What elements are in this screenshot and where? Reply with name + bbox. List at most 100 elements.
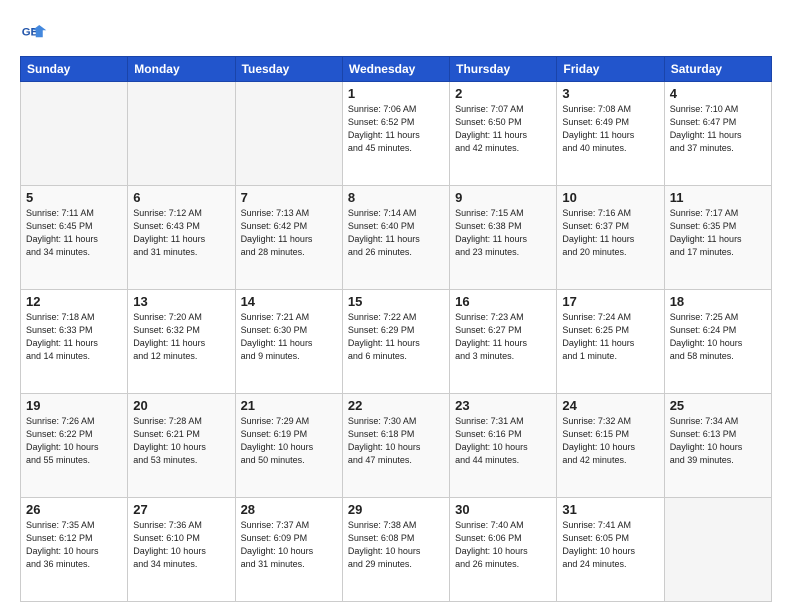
col-header-saturday: Saturday [664, 57, 771, 82]
svg-text:G: G [22, 27, 31, 39]
day-number: 13 [133, 294, 229, 309]
calendar-cell: 9Sunrise: 7:15 AM Sunset: 6:38 PM Daylig… [450, 186, 557, 290]
calendar-body: 1 Sunrise: 7:06 AM Sunset: 6:52 PM Daylig… [21, 82, 772, 602]
calendar-cell: 25 Sunrise: 7:34 AM Sunset: 6:13 PM Dayli… [664, 394, 771, 498]
col-header-sunday: Sunday [21, 57, 128, 82]
calendar-cell: 19 Sunrise: 7:26 AM Sunset: 6:22 PM Dayli… [21, 394, 128, 498]
day-number: 28 [241, 502, 337, 517]
day-info: Sunrise: 7:18 AM Sunset: 6:33 PM Dayligh… [26, 311, 122, 363]
calendar-cell: 22 Sunrise: 7:30 AM Sunset: 6:18 PM Dayli… [342, 394, 449, 498]
calendar-cell: 16Sunrise: 7:23 AM Sunset: 6:27 PM Dayli… [450, 290, 557, 394]
calendar-cell: 27 Sunrise: 7:36 AM Sunset: 6:10 PM Dayli… [128, 498, 235, 602]
calendar-cell: 13 Sunrise: 7:20 AM Sunset: 6:32 PM Dayli… [128, 290, 235, 394]
calendar-cell: 7Sunrise: 7:13 AM Sunset: 6:42 PM Daylig… [235, 186, 342, 290]
day-number: 12 [26, 294, 122, 309]
day-info: Sunrise: 7:41 AM Sunset: 6:05 PM Dayligh… [562, 519, 658, 571]
week-row-5: 26Sunrise: 7:35 AM Sunset: 6:12 PM Dayli… [21, 498, 772, 602]
calendar-cell: 17 Sunrise: 7:24 AM Sunset: 6:25 PM Dayli… [557, 290, 664, 394]
day-number: 8 [348, 190, 444, 205]
calendar-cell: 28 Sunrise: 7:37 AM Sunset: 6:09 PM Dayli… [235, 498, 342, 602]
day-info: Sunrise: 7:32 AM Sunset: 6:15 PM Dayligh… [562, 415, 658, 467]
calendar-cell: 18 Sunrise: 7:25 AM Sunset: 6:24 PM Dayli… [664, 290, 771, 394]
day-info: Sunrise: 7:25 AM Sunset: 6:24 PM Dayligh… [670, 311, 766, 363]
day-number: 27 [133, 502, 229, 517]
calendar-cell: 20Sunrise: 7:28 AM Sunset: 6:21 PM Dayli… [128, 394, 235, 498]
day-number: 21 [241, 398, 337, 413]
header-row: SundayMondayTuesdayWednesdayThursdayFrid… [21, 57, 772, 82]
day-info: Sunrise: 7:24 AM Sunset: 6:25 PM Dayligh… [562, 311, 658, 363]
day-number: 18 [670, 294, 766, 309]
day-info: Sunrise: 7:12 AM Sunset: 6:43 PM Dayligh… [133, 207, 229, 259]
calendar-cell [664, 498, 771, 602]
day-number: 2 [455, 86, 551, 101]
col-header-monday: Monday [128, 57, 235, 82]
day-info: Sunrise: 7:38 AM Sunset: 6:08 PM Dayligh… [348, 519, 444, 571]
day-number: 4 [670, 86, 766, 101]
day-number: 11 [670, 190, 766, 205]
calendar-cell [235, 82, 342, 186]
day-number: 22 [348, 398, 444, 413]
day-info: Sunrise: 7:29 AM Sunset: 6:19 PM Dayligh… [241, 415, 337, 467]
day-info: Sunrise: 7:08 AM Sunset: 6:49 PM Dayligh… [562, 103, 658, 155]
day-info: Sunrise: 7:31 AM Sunset: 6:16 PM Dayligh… [455, 415, 551, 467]
calendar-cell: 6 Sunrise: 7:12 AM Sunset: 6:43 PM Daylig… [128, 186, 235, 290]
calendar-cell: 29 Sunrise: 7:38 AM Sunset: 6:08 PM Dayli… [342, 498, 449, 602]
col-header-tuesday: Tuesday [235, 57, 342, 82]
calendar-cell: 11 Sunrise: 7:17 AM Sunset: 6:35 PM Dayli… [664, 186, 771, 290]
day-info: Sunrise: 7:10 AM Sunset: 6:47 PM Dayligh… [670, 103, 766, 155]
week-row-1: 1 Sunrise: 7:06 AM Sunset: 6:52 PM Daylig… [21, 82, 772, 186]
day-number: 10 [562, 190, 658, 205]
day-number: 31 [562, 502, 658, 517]
calendar-cell: 4 Sunrise: 7:10 AM Sunset: 6:47 PM Daylig… [664, 82, 771, 186]
col-header-thursday: Thursday [450, 57, 557, 82]
day-info: Sunrise: 7:37 AM Sunset: 6:09 PM Dayligh… [241, 519, 337, 571]
logo-icon: G B [20, 18, 48, 46]
calendar-cell: 10Sunrise: 7:16 AM Sunset: 6:37 PM Dayli… [557, 186, 664, 290]
day-info: Sunrise: 7:22 AM Sunset: 6:29 PM Dayligh… [348, 311, 444, 363]
day-number: 19 [26, 398, 122, 413]
logo: G B [20, 18, 52, 46]
day-number: 5 [26, 190, 122, 205]
calendar-cell: 8 Sunrise: 7:14 AM Sunset: 6:40 PM Daylig… [342, 186, 449, 290]
week-row-2: 5Sunrise: 7:11 AM Sunset: 6:45 PM Daylig… [21, 186, 772, 290]
day-info: Sunrise: 7:20 AM Sunset: 6:32 PM Dayligh… [133, 311, 229, 363]
day-number: 14 [241, 294, 337, 309]
calendar-cell: 3 Sunrise: 7:08 AM Sunset: 6:49 PM Daylig… [557, 82, 664, 186]
calendar-cell: 14 Sunrise: 7:21 AM Sunset: 6:30 PM Dayli… [235, 290, 342, 394]
day-info: Sunrise: 7:06 AM Sunset: 6:52 PM Dayligh… [348, 103, 444, 155]
day-info: Sunrise: 7:17 AM Sunset: 6:35 PM Dayligh… [670, 207, 766, 259]
day-info: Sunrise: 7:26 AM Sunset: 6:22 PM Dayligh… [26, 415, 122, 467]
calendar-cell: 31 Sunrise: 7:41 AM Sunset: 6:05 PM Dayli… [557, 498, 664, 602]
calendar-cell: 5Sunrise: 7:11 AM Sunset: 6:45 PM Daylig… [21, 186, 128, 290]
day-info: Sunrise: 7:30 AM Sunset: 6:18 PM Dayligh… [348, 415, 444, 467]
day-number: 17 [562, 294, 658, 309]
day-number: 15 [348, 294, 444, 309]
calendar-cell: 12 Sunrise: 7:18 AM Sunset: 6:33 PM Dayli… [21, 290, 128, 394]
calendar-cell: 24Sunrise: 7:32 AM Sunset: 6:15 PM Dayli… [557, 394, 664, 498]
day-number: 20 [133, 398, 229, 413]
day-info: Sunrise: 7:14 AM Sunset: 6:40 PM Dayligh… [348, 207, 444, 259]
day-info: Sunrise: 7:40 AM Sunset: 6:06 PM Dayligh… [455, 519, 551, 571]
day-info: Sunrise: 7:23 AM Sunset: 6:27 PM Dayligh… [455, 311, 551, 363]
calendar-cell: 1 Sunrise: 7:06 AM Sunset: 6:52 PM Daylig… [342, 82, 449, 186]
day-number: 6 [133, 190, 229, 205]
day-number: 26 [26, 502, 122, 517]
week-row-4: 19 Sunrise: 7:26 AM Sunset: 6:22 PM Dayli… [21, 394, 772, 498]
day-info: Sunrise: 7:07 AM Sunset: 6:50 PM Dayligh… [455, 103, 551, 155]
day-number: 3 [562, 86, 658, 101]
day-info: Sunrise: 7:21 AM Sunset: 6:30 PM Dayligh… [241, 311, 337, 363]
day-info: Sunrise: 7:36 AM Sunset: 6:10 PM Dayligh… [133, 519, 229, 571]
week-row-3: 12 Sunrise: 7:18 AM Sunset: 6:33 PM Dayli… [21, 290, 772, 394]
day-number: 29 [348, 502, 444, 517]
day-number: 7 [241, 190, 337, 205]
day-info: Sunrise: 7:34 AM Sunset: 6:13 PM Dayligh… [670, 415, 766, 467]
calendar-cell: 26Sunrise: 7:35 AM Sunset: 6:12 PM Dayli… [21, 498, 128, 602]
col-header-wednesday: Wednesday [342, 57, 449, 82]
calendar-cell: 21 Sunrise: 7:29 AM Sunset: 6:19 PM Dayli… [235, 394, 342, 498]
calendar-table: SundayMondayTuesdayWednesdayThursdayFrid… [20, 56, 772, 602]
day-number: 25 [670, 398, 766, 413]
day-number: 1 [348, 86, 444, 101]
day-number: 23 [455, 398, 551, 413]
calendar-cell: 2 Sunrise: 7:07 AM Sunset: 6:50 PM Daylig… [450, 82, 557, 186]
header: G B [20, 18, 772, 46]
